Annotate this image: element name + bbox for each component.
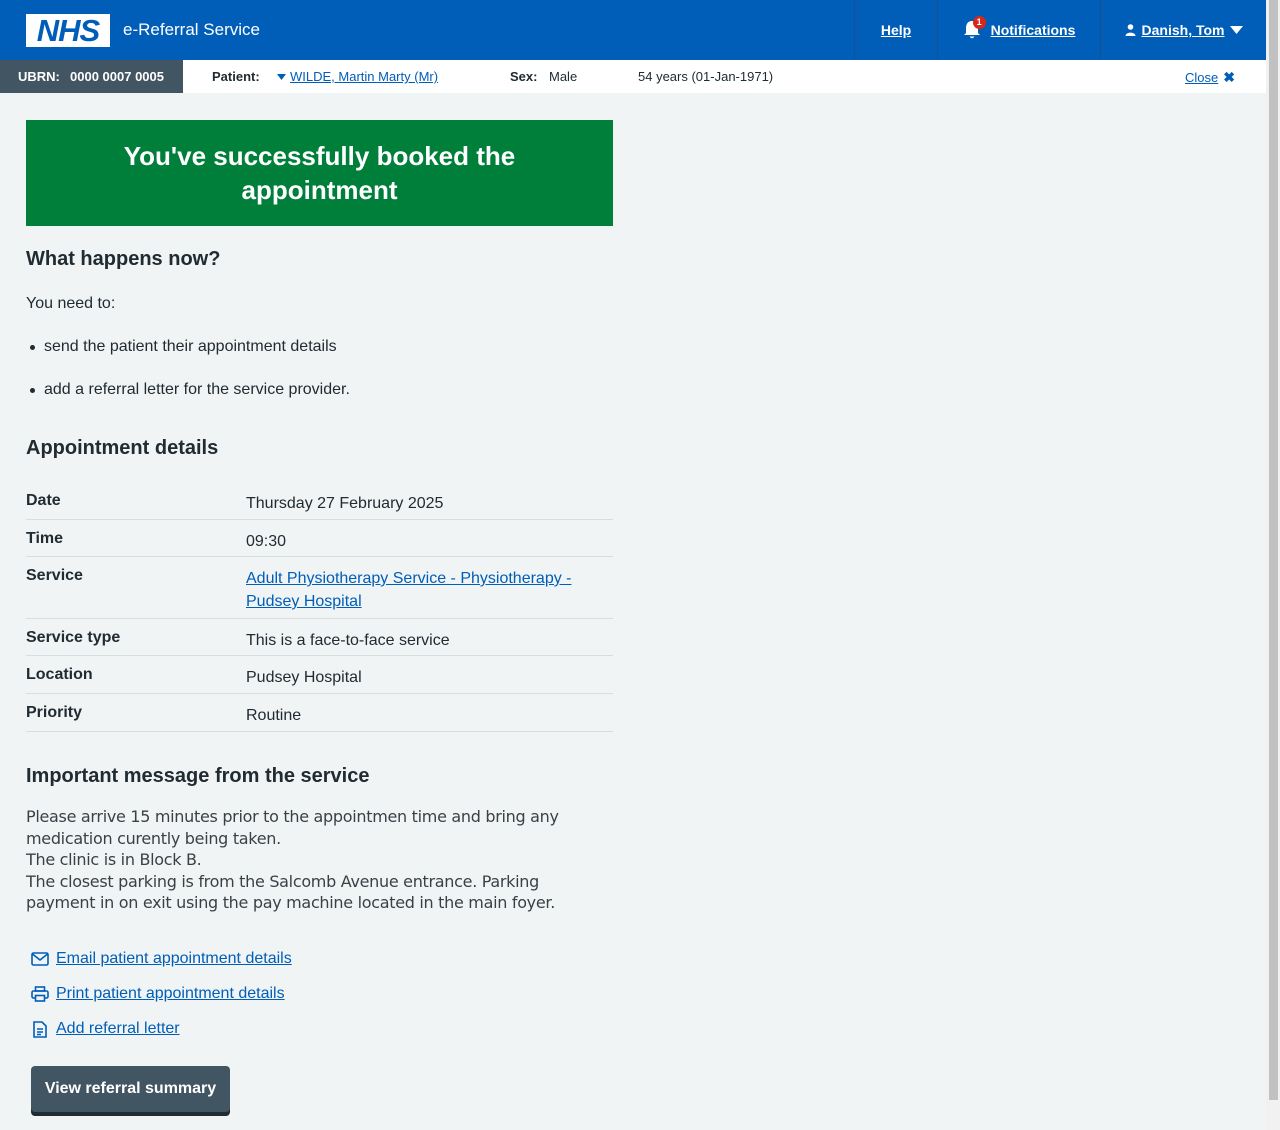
caret-down-icon (277, 73, 286, 80)
view-referral-summary-button[interactable]: View referral summary (31, 1066, 230, 1112)
appointment-heading: Appointment details (26, 437, 219, 459)
detail-value: Pudsey Hospital (246, 669, 362, 686)
service-name: e-Referral Service (123, 20, 260, 39)
nav-user-menu[interactable]: Danish, Tom (1100, 0, 1267, 60)
patient-name-link[interactable]: WILDE, Martin Marty (Mr) (290, 69, 438, 84)
nhs-logo-text: NHS (36, 13, 100, 48)
close-link[interactable]: Close (1185, 70, 1218, 85)
ubrn-label: UBRN: (18, 69, 60, 84)
printer-icon (31, 986, 49, 1002)
site-header: NHS e-Referral Service Help 1 Notificati… (0, 0, 1266, 60)
scrollbar-thumb[interactable] (1269, 0, 1278, 1100)
user-name-link[interactable]: Danish, Tom (1142, 22, 1225, 38)
service-link[interactable]: Adult Physiotherapy Service - Physiother… (246, 567, 606, 613)
detail-label: Date (26, 492, 61, 509)
detail-value: 09:30 (246, 533, 287, 550)
ubrn-value: 0000 0007 0005 (70, 69, 164, 84)
bullet-dot (30, 387, 35, 393)
next-steps-heading: What happens now? (26, 248, 221, 270)
age-dob: 54 years (01-Jan-1971) (638, 69, 774, 84)
service-message: Please arrive 15 minutes prior to the ap… (26, 806, 586, 914)
list-item-text: send the patient their appointment detai… (44, 338, 337, 355)
success-panel: You've successfully booked the appointme… (26, 120, 613, 226)
success-title: You've successfully booked the appointme… (123, 141, 516, 205)
message-line: The closest parking is from the Salcomb … (26, 871, 555, 913)
email-action[interactable]: Email patient appointment details (31, 950, 292, 968)
detail-row-priority: Priority Routine (26, 694, 613, 732)
detail-row-service: Service Adult Physiotherapy Service - Ph… (26, 557, 613, 619)
list-item-text: add a referral letter for the service pr… (44, 381, 350, 398)
detail-label: Service type (26, 629, 121, 646)
detail-row-date: Date Thursday 27 February 2025 (26, 482, 613, 520)
detail-row-location: Location Pudsey Hospital (26, 656, 613, 694)
envelope-icon (31, 952, 49, 966)
bullet-dot (30, 344, 35, 350)
email-details-link[interactable]: Email patient appointment details (56, 950, 292, 968)
ubrn-block: UBRN: 0000 0007 0005 (0, 60, 183, 93)
print-details-link[interactable]: Print patient appointment details (56, 985, 285, 1003)
sex-value: Male (549, 69, 578, 84)
document-icon (33, 1020, 47, 1038)
message-line: Please arrive 15 minutes prior to the ap… (26, 807, 559, 848)
notifications-link[interactable]: Notifications (991, 22, 1076, 38)
patient-name-toggle[interactable]: WILDE, Martin Marty (Mr) (277, 69, 438, 84)
close-patient[interactable]: Close ✖ (1185, 69, 1235, 86)
list-item: send the patient their appointment detai… (26, 338, 337, 356)
print-action[interactable]: Print patient appointment details (31, 985, 285, 1003)
sex-label: Sex: (510, 69, 538, 84)
list-item: add a referral letter for the service pr… (26, 381, 350, 399)
detail-label: Location (26, 666, 93, 683)
detail-row-time: Time 09:30 (26, 520, 613, 557)
bell-icon[interactable]: 1 (963, 16, 986, 40)
nav-notifications: 1 Notifications (937, 0, 1100, 60)
nav-help: Help (854, 0, 937, 60)
message-line: The clinic is in Block B. (26, 850, 202, 869)
chevron-down-icon[interactable] (1230, 26, 1244, 34)
detail-value: Routine (246, 707, 302, 724)
appointment-details-list: Date Thursday 27 February 2025 Time 09:3… (26, 482, 613, 732)
detail-value: This is a face-to-face service (246, 632, 450, 649)
next-steps-intro: You need to: (26, 295, 116, 312)
detail-label: Priority (26, 704, 83, 721)
notification-count-badge: 1 (972, 16, 986, 29)
nhs-logo[interactable]: NHS (26, 14, 110, 47)
patient-banner: UBRN: 0000 0007 0005 Patient: WILDE, Mar… (0, 60, 1266, 93)
detail-row-service-type: Service type This is a face-to-face serv… (26, 619, 613, 656)
add-referral-letter-link[interactable]: Add referral letter (56, 1020, 180, 1038)
user-icon (1125, 24, 1136, 36)
message-heading: Important message from the service (26, 765, 370, 787)
detail-value: Thursday 27 February 2025 (246, 495, 444, 512)
close-icon[interactable]: ✖ (1223, 69, 1235, 86)
letter-action[interactable]: Add referral letter (31, 1020, 180, 1038)
detail-label: Service (26, 567, 83, 584)
patient-label: Patient: (212, 69, 260, 84)
help-link[interactable]: Help (881, 22, 911, 38)
detail-label: Time (26, 530, 64, 547)
